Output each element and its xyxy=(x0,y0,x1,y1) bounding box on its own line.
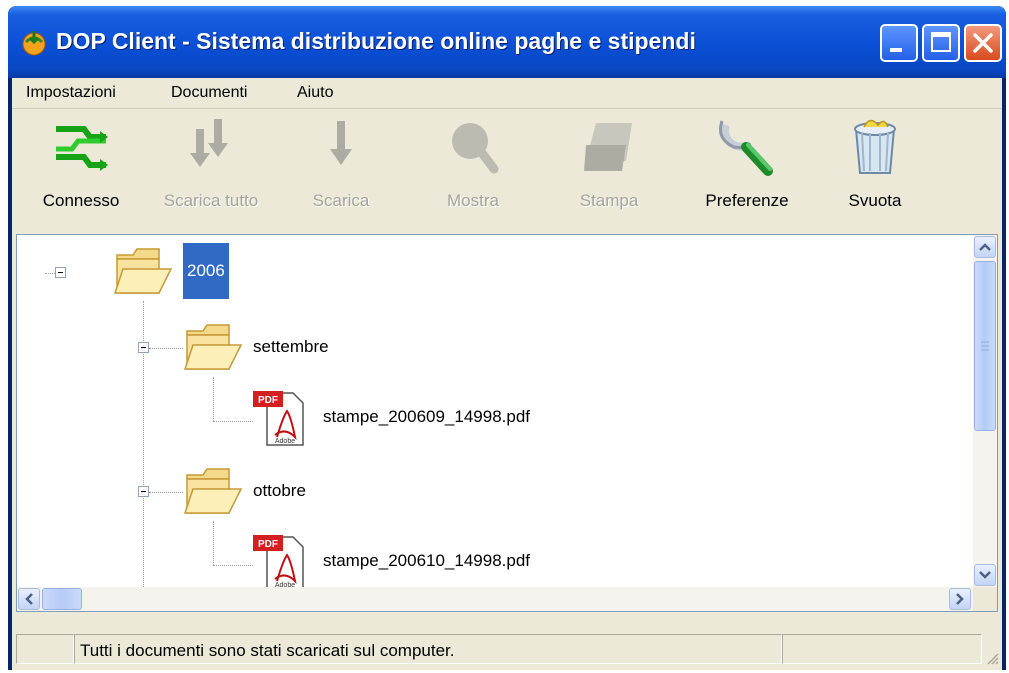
minimize-button[interactable] xyxy=(880,24,918,62)
preferenze-button[interactable]: Preferenze xyxy=(692,115,802,215)
folder-open-icon xyxy=(113,248,173,294)
wrench-icon xyxy=(719,120,773,176)
download-icon xyxy=(330,121,352,165)
status-bar: Tutti i documenti sono stati scaricati s… xyxy=(12,628,1002,670)
connesso-button[interactable]: Connesso xyxy=(26,115,136,215)
expander-settembre[interactable] xyxy=(138,342,149,353)
tree-node-2006[interactable]: 2006 xyxy=(183,243,229,299)
vertical-scroll-thumb[interactable] xyxy=(974,261,996,431)
tree-file-settembre[interactable]: stampe_200609_14998.pdf xyxy=(323,407,530,427)
scroll-left-button[interactable] xyxy=(18,588,40,610)
scroll-down-button[interactable] xyxy=(974,564,996,586)
scrollbar-corner xyxy=(973,587,997,611)
chevron-right-icon xyxy=(956,593,964,605)
pdf-file-icon: PDF Adobe xyxy=(253,535,304,590)
mostra-label: Mostra xyxy=(447,191,499,210)
status-panel-right xyxy=(782,634,982,664)
tree-node-settembre[interactable]: settembre xyxy=(253,337,329,357)
title-bar[interactable]: DOP Client - Sistema distribuzione onlin… xyxy=(8,6,1006,78)
menu-impostazioni[interactable]: Impostazioni xyxy=(26,84,116,102)
mostra-button[interactable]: Mostra xyxy=(418,115,528,215)
status-panel-left xyxy=(16,634,74,664)
vertical-scrollbar[interactable] xyxy=(973,235,997,587)
close-icon xyxy=(973,33,993,53)
connesso-label: Connesso xyxy=(42,191,120,210)
scroll-up-button[interactable] xyxy=(974,236,996,258)
printer-icon xyxy=(584,123,632,171)
preferenze-label: Preferenze xyxy=(705,191,789,210)
scarica-label: Scarica xyxy=(312,191,370,210)
window-client-area: Impostazioni Documenti Aiuto Connesso Sc… xyxy=(12,78,1002,670)
horizontal-scrollbar[interactable] xyxy=(17,587,973,611)
horizontal-scroll-thumb[interactable] xyxy=(42,588,82,610)
resize-grip-icon[interactable] xyxy=(984,650,1000,666)
svg-text:PDF: PDF xyxy=(258,395,278,406)
expander-ottobre[interactable] xyxy=(138,486,149,497)
scarica-button[interactable]: Scarica xyxy=(286,115,396,215)
scarica-tutto-button[interactable]: Scarica tutto xyxy=(156,115,266,215)
minimize-icon xyxy=(890,48,902,52)
recycle-bin-icon xyxy=(854,119,896,174)
toolbar: Connesso Scarica tutto Scarica Mostra St… xyxy=(12,109,1002,224)
chevron-down-icon xyxy=(979,571,991,579)
tree-file-ottobre[interactable]: stampe_200610_14998.pdf xyxy=(323,551,530,571)
svuota-button[interactable]: Svuota xyxy=(820,115,930,215)
document-tree[interactable]: 2006 settembre PDF Adobe stampe_200609_1… xyxy=(16,234,998,612)
maximize-icon xyxy=(931,32,951,52)
download-all-icon xyxy=(190,119,228,167)
menu-bar: Impostazioni Documenti Aiuto xyxy=(12,78,1002,109)
tree-node-ottobre[interactable]: ottobre xyxy=(253,481,306,501)
scroll-right-button[interactable] xyxy=(949,588,971,610)
menu-documenti[interactable]: Documenti xyxy=(171,84,247,102)
chevron-up-icon xyxy=(979,243,991,251)
magnifier-icon xyxy=(452,123,499,174)
connected-icon xyxy=(56,126,108,171)
maximize-button[interactable] xyxy=(922,24,960,62)
menu-aiuto[interactable]: Aiuto xyxy=(297,84,333,102)
folder-open-icon xyxy=(183,468,243,514)
folder-open-icon xyxy=(183,324,243,370)
pdf-file-icon: PDF Adobe xyxy=(253,391,304,446)
grip-icon xyxy=(981,341,989,351)
close-button[interactable] xyxy=(964,24,1002,62)
svg-text:PDF: PDF xyxy=(258,539,278,550)
stampa-label: Stampa xyxy=(579,191,639,210)
app-logo-icon xyxy=(22,31,46,56)
chevron-left-icon xyxy=(25,593,33,605)
stampa-button[interactable]: Stampa xyxy=(554,115,664,215)
status-text: Tutti i documenti sono stati scaricati s… xyxy=(80,641,455,660)
app-window: DOP Client - Sistema distribuzione onlin… xyxy=(8,6,1006,670)
window-title: DOP Client - Sistema distribuzione onlin… xyxy=(56,28,696,54)
svuota-label: Svuota xyxy=(848,191,902,210)
scarica-tutto-label: Scarica tutto xyxy=(163,191,259,210)
expander-2006[interactable] xyxy=(55,267,66,278)
svg-text:Adobe: Adobe xyxy=(275,438,295,445)
